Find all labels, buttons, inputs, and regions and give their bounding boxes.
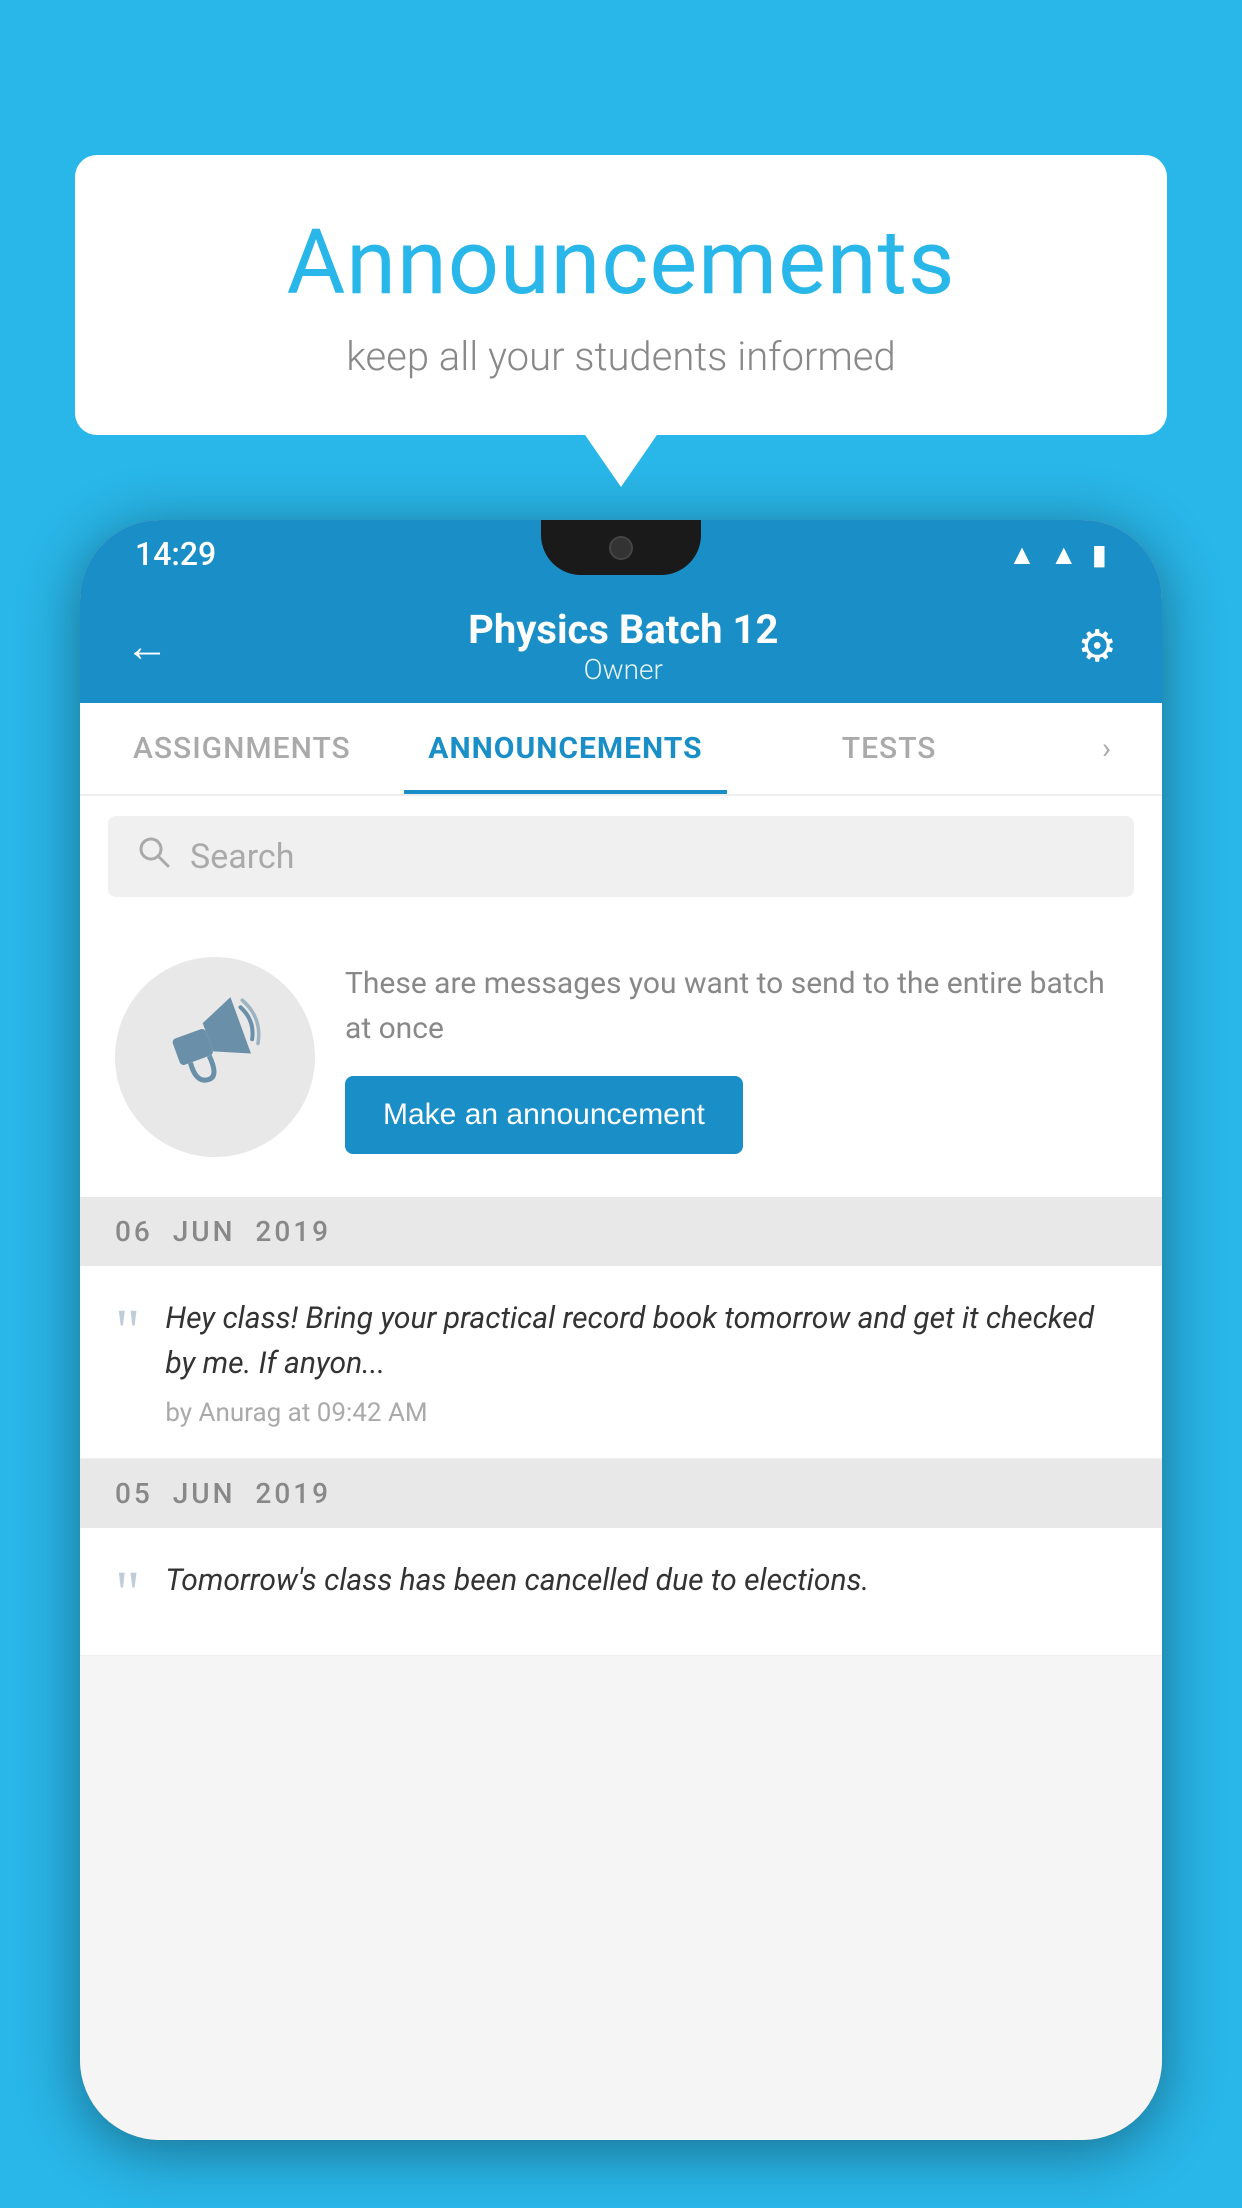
speech-bubble: Announcements keep all your students inf… (75, 155, 1167, 435)
date-separator-2: 05 JUN 2019 (80, 1459, 1162, 1528)
app-bar: ← Physics Batch 12 Owner ⚙ (80, 588, 1162, 703)
back-button[interactable]: ← (115, 610, 179, 682)
promo-icon-circle (115, 957, 315, 1157)
promo-text: These are messages you want to send to t… (345, 961, 1127, 1051)
settings-button[interactable]: ⚙ (1068, 610, 1127, 682)
content-area: Search (80, 796, 1162, 2140)
search-icon (136, 834, 172, 879)
announcement-meta-1: by Anurag at 09:42 AM (165, 1398, 1127, 1428)
search-placeholder: Search (190, 837, 294, 877)
tab-tests[interactable]: TESTS (727, 703, 1051, 794)
phone-frame: 14:29 ▲ ▲ ▮ ← Physics Batch 12 Owner ⚙ A… (80, 520, 1162, 2140)
quote-icon-1: " (115, 1301, 140, 1363)
date-text-1: 06 JUN 2019 (115, 1215, 331, 1248)
signal-icon: ▲ (1050, 538, 1078, 571)
make-announcement-button[interactable]: Make an announcement (345, 1076, 743, 1154)
speech-bubble-container: Announcements keep all your students inf… (75, 155, 1167, 435)
phone-container: 14:29 ▲ ▲ ▮ ← Physics Batch 12 Owner ⚙ A… (80, 520, 1162, 2208)
app-bar-title-container: Physics Batch 12 Owner (179, 606, 1068, 686)
announcement-promo: These are messages you want to send to t… (80, 917, 1162, 1197)
tabs-container: ASSIGNMENTS ANNOUNCEMENTS TESTS › (80, 703, 1162, 796)
tab-announcements[interactable]: ANNOUNCEMENTS (404, 703, 728, 794)
search-bar[interactable]: Search (108, 816, 1134, 897)
quote-icon-2: " (115, 1563, 140, 1625)
megaphone-icon (141, 976, 290, 1138)
bubble-subtitle: keep all your students informed (135, 333, 1107, 380)
promo-content: These are messages you want to send to t… (345, 961, 1127, 1154)
date-text-2: 05 JUN 2019 (115, 1477, 331, 1510)
app-bar-subtitle: Owner (179, 653, 1068, 686)
front-camera (609, 536, 633, 560)
announcement-item-2[interactable]: " Tomorrow's class has been cancelled du… (80, 1528, 1162, 1656)
announcement-content-1: Hey class! Bring your practical record b… (165, 1296, 1127, 1428)
wifi-icon: ▲ (1008, 538, 1036, 571)
notch (541, 520, 701, 575)
status-time: 14:29 (135, 535, 216, 573)
announcement-content-2: Tomorrow's class has been cancelled due … (165, 1558, 1127, 1615)
search-container: Search (80, 796, 1162, 917)
app-bar-title: Physics Batch 12 (179, 606, 1068, 653)
announcement-item-1[interactable]: " Hey class! Bring your practical record… (80, 1266, 1162, 1459)
announcement-text-2: Tomorrow's class has been cancelled due … (165, 1558, 1127, 1603)
phone-screen: 14:29 ▲ ▲ ▮ ← Physics Batch 12 Owner ⚙ A… (80, 520, 1162, 2140)
status-icons: ▲ ▲ ▮ (1008, 538, 1107, 571)
tab-assignments[interactable]: ASSIGNMENTS (80, 703, 404, 794)
date-separator-1: 06 JUN 2019 (80, 1197, 1162, 1266)
announcement-text-1: Hey class! Bring your practical record b… (165, 1296, 1127, 1386)
bubble-title: Announcements (135, 210, 1107, 315)
battery-icon: ▮ (1092, 538, 1107, 571)
tab-more[interactable]: › (1051, 703, 1162, 794)
